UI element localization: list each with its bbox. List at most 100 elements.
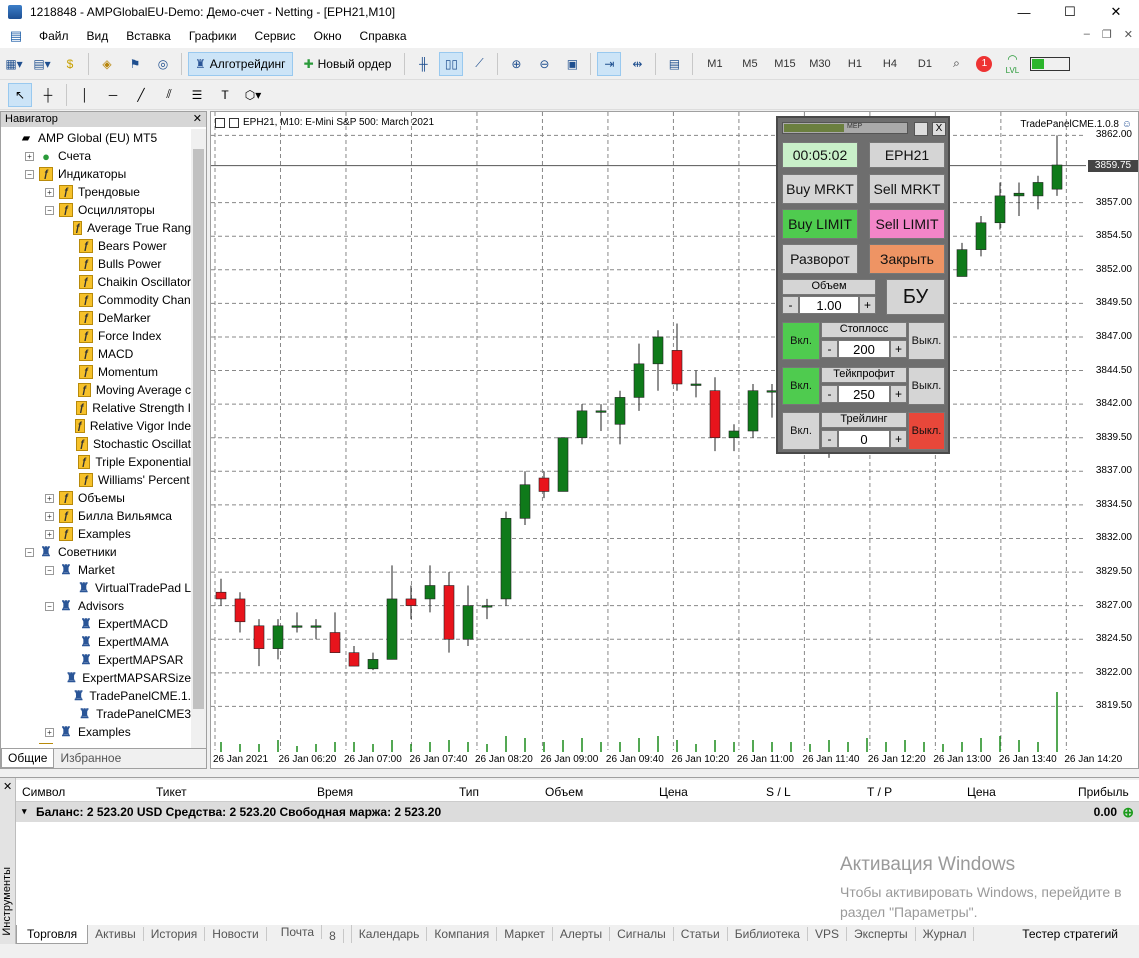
algotrading-button[interactable]: ♜ Алготрейдинг bbox=[188, 51, 293, 76]
stoploss-input[interactable]: 200 bbox=[838, 340, 890, 358]
nav-item[interactable]: ♜ TradePanelCME3 bbox=[1, 705, 191, 723]
takeprofit-minus-button[interactable]: - bbox=[821, 385, 838, 403]
col-current-price[interactable]: Цена bbox=[967, 785, 996, 799]
expand-toggle-icon[interactable]: + bbox=[45, 511, 54, 521]
panel-close-button[interactable]: X bbox=[932, 122, 946, 136]
nav-item[interactable]: ♜ ExpertMACD bbox=[1, 615, 191, 633]
signals-icon[interactable]: ◎ bbox=[151, 52, 175, 76]
data-window-icon[interactable]: ◈ bbox=[95, 52, 119, 76]
tab-alerts[interactable]: Алерты bbox=[553, 927, 611, 941]
nav-item[interactable]: ƒ Stochastic Oscillat bbox=[1, 435, 191, 453]
nav-item[interactable]: ƒ Bears Power bbox=[1, 237, 191, 255]
tab-company[interactable]: Компания bbox=[427, 927, 498, 941]
nav-item[interactable]: + ƒ Объемы bbox=[1, 489, 191, 507]
takeprofit-off-button[interactable]: Выкл. bbox=[908, 367, 945, 405]
nav-item[interactable]: ƒ Commodity Chan bbox=[1, 291, 191, 309]
menu-window[interactable]: Окно bbox=[305, 29, 351, 43]
takeprofit-on-button[interactable]: Вкл. bbox=[782, 367, 820, 405]
fibonacci-icon[interactable]: ☰ bbox=[185, 83, 209, 107]
timeframe-m5[interactable]: M5 bbox=[734, 52, 765, 76]
tab-experts[interactable]: Эксперты bbox=[847, 927, 916, 941]
price-chart[interactable] bbox=[211, 112, 1138, 768]
crosshair-icon[interactable]: ┼ bbox=[36, 83, 60, 107]
timeframe-m30[interactable]: M30 bbox=[804, 52, 835, 76]
document-menu-icon[interactable]: ▤ bbox=[4, 24, 28, 48]
nav-item[interactable]: − ƒ Индикаторы bbox=[1, 165, 191, 183]
takeprofit-input[interactable]: 250 bbox=[838, 385, 890, 403]
new-order-button[interactable]: ✚ Новый ордер bbox=[297, 52, 399, 76]
tab-signals[interactable]: Сигналы bbox=[610, 927, 674, 941]
chart-menu-icon[interactable] bbox=[229, 117, 239, 128]
breakeven-button[interactable]: БУ bbox=[886, 279, 945, 315]
zoom-out-icon[interactable]: ⊖ bbox=[532, 52, 556, 76]
tab-library[interactable]: Библиотека bbox=[728, 927, 808, 941]
nav-item[interactable]: ƒ Relative Strength I bbox=[1, 399, 191, 417]
mdi-restore-button[interactable]: ❐ bbox=[1102, 28, 1112, 41]
col-type[interactable]: Тип bbox=[459, 785, 479, 799]
tab-news[interactable]: Новости bbox=[205, 927, 267, 941]
tab-assets[interactable]: Активы bbox=[88, 927, 144, 941]
mdi-close-button[interactable]: ✕ bbox=[1124, 28, 1133, 41]
nav-item[interactable]: ƒ Moving Average c bbox=[1, 381, 191, 399]
nav-item[interactable]: − ♜ Советники bbox=[1, 543, 191, 561]
nav-item[interactable]: + ƒ Трендовые bbox=[1, 183, 191, 201]
menu-charts[interactable]: Графики bbox=[180, 29, 246, 43]
nav-item[interactable]: ƒ Williams' Percent bbox=[1, 471, 191, 489]
reverse-button[interactable]: Разворот bbox=[782, 244, 858, 274]
expand-toggle-icon[interactable]: − bbox=[45, 565, 54, 575]
stoploss-off-button[interactable]: Выкл. bbox=[908, 322, 945, 360]
stoploss-on-button[interactable]: Вкл. bbox=[782, 322, 820, 360]
tab-vps[interactable]: VPS bbox=[808, 927, 847, 941]
nav-item[interactable]: + ● Счета bbox=[1, 147, 191, 165]
volume-minus-button[interactable]: - bbox=[782, 296, 799, 314]
nav-item[interactable]: + ƒ Examples bbox=[1, 525, 191, 543]
expand-toggle-icon[interactable]: − bbox=[45, 205, 54, 215]
notifications-button[interactable]: 1 bbox=[972, 52, 996, 76]
strategy-tester-button[interactable]: Тестер стратегий bbox=[1015, 927, 1125, 941]
chart-shift-icon[interactable]: ⇹ bbox=[625, 52, 649, 76]
col-ticket[interactable]: Тикет bbox=[156, 785, 187, 799]
nav-item[interactable]: ƒ Relative Vigor Inde bbox=[1, 417, 191, 435]
tab-calendar[interactable]: Календарь bbox=[352, 927, 428, 941]
zoom-in-icon[interactable]: ⊕ bbox=[504, 52, 528, 76]
timeframe-m15[interactable]: M15 bbox=[769, 52, 800, 76]
expand-toggle-icon[interactable]: − bbox=[25, 169, 34, 179]
takeprofit-plus-button[interactable]: + bbox=[890, 385, 907, 403]
vertical-line-icon[interactable]: │ bbox=[73, 83, 97, 107]
maximize-button[interactable]: ☐ bbox=[1047, 0, 1093, 24]
volume-input[interactable]: 1.00 bbox=[799, 296, 859, 314]
col-profit[interactable]: Прибыль bbox=[1078, 785, 1129, 799]
col-takeprofit[interactable]: T / P bbox=[867, 785, 892, 799]
sell-limit-button[interactable]: Sell LIMIT bbox=[869, 209, 945, 239]
stoploss-minus-button[interactable]: - bbox=[821, 340, 838, 358]
minimize-button[interactable]: — bbox=[1001, 0, 1047, 24]
expand-toggle-icon[interactable]: + bbox=[45, 727, 54, 737]
nav-item[interactable]: ▰ AMP Global (EU) MT5 bbox=[1, 129, 191, 147]
col-volume[interactable]: Объем bbox=[545, 785, 583, 799]
new-chart-icon[interactable]: ▦▾ bbox=[2, 52, 26, 76]
nav-item[interactable]: ƒ Average True Rang bbox=[1, 219, 191, 237]
panel-minimize-button[interactable] bbox=[914, 122, 928, 136]
trailing-off-button[interactable]: Выкл. bbox=[908, 412, 945, 450]
tab-market[interactable]: Маркет bbox=[497, 927, 553, 941]
nav-item[interactable]: ƒ MACD bbox=[1, 345, 191, 363]
menu-help[interactable]: Справка bbox=[351, 29, 416, 43]
nav-item[interactable]: ƒ Triple Exponential bbox=[1, 453, 191, 471]
timeframe-m1[interactable]: M1 bbox=[699, 52, 730, 76]
tab-mail[interactable]: Почта 8 bbox=[267, 925, 352, 943]
close-window-button[interactable]: ✕ bbox=[1093, 0, 1139, 24]
col-symbol[interactable]: Символ bbox=[22, 785, 65, 799]
stoploss-plus-button[interactable]: + bbox=[890, 340, 907, 358]
bar-chart-icon[interactable]: ╫ bbox=[411, 52, 435, 76]
menu-view[interactable]: Вид bbox=[78, 29, 118, 43]
tab-articles[interactable]: Статьи bbox=[674, 927, 728, 941]
line-chart-icon[interactable]: ⟋ bbox=[467, 52, 491, 76]
buy-market-button[interactable]: Buy MRKT bbox=[782, 174, 858, 204]
trailing-plus-button[interactable]: + bbox=[890, 430, 907, 448]
nav-item[interactable]: + ƒ Билла Вильямса bbox=[1, 507, 191, 525]
tab-favorites[interactable]: Избранное bbox=[54, 749, 127, 768]
shapes-icon[interactable]: ⬡▾ bbox=[241, 83, 265, 107]
tab-history[interactable]: История bbox=[144, 927, 206, 941]
trailing-input[interactable]: 0 bbox=[838, 430, 890, 448]
close-position-button[interactable]: Закрыть bbox=[869, 244, 945, 274]
